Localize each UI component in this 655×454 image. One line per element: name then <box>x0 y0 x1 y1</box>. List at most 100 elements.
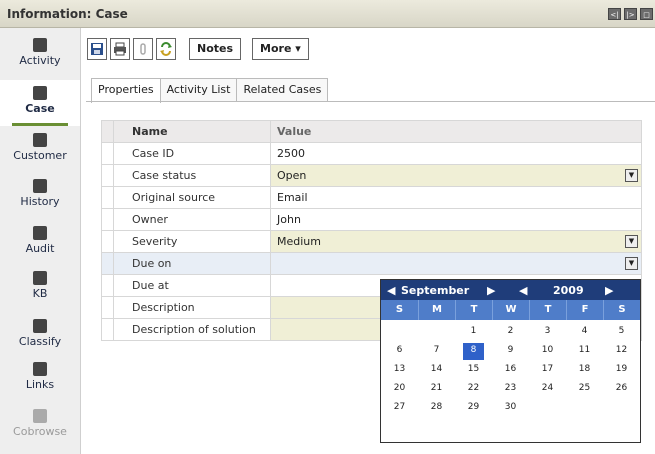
calendar-day[interactable]: 14 <box>418 361 455 380</box>
table-row: Case ID 2500 <box>101 142 642 165</box>
sidebar-item-label: Links <box>25 378 55 391</box>
calendar-day[interactable]: 3 <box>529 323 566 342</box>
weekday-header: S M T W T F S <box>381 300 640 320</box>
attach-icon <box>140 43 146 55</box>
calendar-day[interactable]: 29 <box>455 399 492 418</box>
column-header-value: Value <box>270 120 642 143</box>
dropdown-arrow-icon[interactable]: ▼ <box>625 257 638 270</box>
kb-icon <box>33 271 47 285</box>
tab-related-cases[interactable]: Related Cases <box>236 78 329 102</box>
calendar-day[interactable]: 5 <box>603 323 640 342</box>
cobrowse-icon <box>33 409 47 423</box>
property-value: Medium <box>277 235 321 248</box>
calendar-day[interactable]: 15 <box>455 361 492 380</box>
row-gutter <box>101 296 114 319</box>
calendar-day-selected[interactable]: 8 <box>463 343 484 360</box>
calendar-day[interactable]: 20 <box>381 380 418 399</box>
print-icon <box>114 42 126 56</box>
refresh-button[interactable] <box>156 38 176 60</box>
sidebar-item-label: Customer <box>13 149 67 162</box>
calendar-day[interactable]: 2 <box>492 323 529 342</box>
sidebar-item-label: Case <box>25 102 55 115</box>
maximize-button[interactable]: □ <box>640 8 653 20</box>
calendar-day[interactable]: 17 <box>529 361 566 380</box>
sidebar-item-classify[interactable]: Classify <box>0 313 80 359</box>
tab-activity-list[interactable]: Activity List <box>159 78 238 102</box>
weekday-label: S <box>603 300 640 320</box>
property-value: Open <box>277 169 307 182</box>
weekday-label: S <box>395 304 404 315</box>
save-icon <box>91 43 103 55</box>
calendar-day[interactable]: 13 <box>381 361 418 380</box>
sidebar-item-label: Audit <box>25 242 55 255</box>
sidebar-item-links[interactable]: Links <box>0 356 80 402</box>
refresh-icon <box>160 42 172 56</box>
sidebar: Activity Case Customer History Audit KB … <box>0 28 81 454</box>
next-window-button[interactable]: |> <box>624 8 637 20</box>
calendar-day[interactable]: 1 <box>455 323 492 342</box>
calendar-day-grid: 1 2 3 4 5 6 7 8 9 10 11 12 13 14 15 16 17 18 19 20 21 22 23 24 2… <box>381 320 640 418</box>
print-button[interactable] <box>110 38 130 60</box>
property-value: John <box>270 208 642 231</box>
calendar-day[interactable]: 25 <box>566 380 603 399</box>
weekday-label: T <box>455 300 492 320</box>
calendar-day[interactable]: 4 <box>566 323 603 342</box>
calendar-day[interactable]: 22 <box>455 380 492 399</box>
tab-bar: Properties Activity List Related Cases <box>91 78 329 103</box>
calendar-day[interactable]: 21 <box>418 380 455 399</box>
next-month-button[interactable]: ▶ <box>487 284 495 297</box>
sidebar-item-label: Activity <box>19 54 61 67</box>
more-menu-button[interactable]: More ▾ <box>252 38 309 60</box>
calendar-day[interactable]: 23 <box>492 380 529 399</box>
history-icon <box>33 179 47 193</box>
sidebar-item-label: History <box>20 195 60 208</box>
activity-icon <box>33 38 47 52</box>
calendar-day[interactable]: 7 <box>418 342 455 361</box>
calendar-day[interactable]: 26 <box>603 380 640 399</box>
attach-button[interactable] <box>133 38 153 60</box>
calendar-day[interactable]: 10 <box>529 342 566 361</box>
table-row: Case status Open ▼ <box>101 164 642 187</box>
tab-properties[interactable]: Properties <box>91 78 161 103</box>
previous-window-button[interactable]: <| <box>608 8 621 20</box>
row-gutter <box>101 186 114 209</box>
toolbar: Notes More ▾ <box>87 36 309 62</box>
previous-month-button[interactable]: ◀ <box>387 284 395 297</box>
row-gutter <box>101 230 114 253</box>
table-row: Due on ▼ <box>101 252 642 275</box>
calendar-day[interactable]: 12 <box>603 342 640 361</box>
title-bar: Information: Case <| |> □ <box>0 0 655 28</box>
calendar-day[interactable]: 30 <box>492 399 529 418</box>
sidebar-item-customer[interactable]: Customer <box>0 127 80 173</box>
calendar-day[interactable]: 16 <box>492 361 529 380</box>
property-name: Severity <box>113 230 271 253</box>
calendar-day[interactable]: 18 <box>566 361 603 380</box>
save-button[interactable] <box>87 38 107 60</box>
calendar-day[interactable]: 6 <box>381 342 418 361</box>
calendar-day[interactable]: 27 <box>381 399 418 418</box>
severity-select[interactable]: Medium ▼ <box>270 230 642 253</box>
customer-icon <box>33 133 47 147</box>
window-title: Information: Case <box>7 7 128 21</box>
calendar-day[interactable]: 9 <box>492 342 529 361</box>
sidebar-item-case[interactable]: Case <box>0 80 80 126</box>
sidebar-item-audit[interactable]: Audit <box>0 220 80 266</box>
sidebar-item-history[interactable]: History <box>0 173 80 219</box>
window-controls: <| |> □ <box>608 8 653 20</box>
notes-button[interactable]: Notes <box>189 38 242 60</box>
case-status-select[interactable]: Open ▼ <box>270 164 642 187</box>
sidebar-item-activity[interactable]: Activity <box>0 32 80 78</box>
previous-year-button[interactable]: ◀ <box>519 284 527 297</box>
property-name: Case status <box>113 164 271 187</box>
due-on-date-field[interactable]: ▼ <box>270 252 642 275</box>
next-year-button[interactable]: ▶ <box>605 284 613 297</box>
dropdown-arrow-icon[interactable]: ▼ <box>625 235 638 248</box>
sidebar-item-kb[interactable]: KB <box>0 265 80 311</box>
links-icon <box>33 362 47 376</box>
dropdown-arrow-icon[interactable]: ▼ <box>625 169 638 182</box>
calendar-day[interactable]: 24 <box>529 380 566 399</box>
calendar-day[interactable]: 11 <box>566 342 603 361</box>
property-name: Case ID <box>113 142 271 165</box>
calendar-day[interactable]: 19 <box>603 361 640 380</box>
calendar-day[interactable]: 28 <box>418 399 455 418</box>
